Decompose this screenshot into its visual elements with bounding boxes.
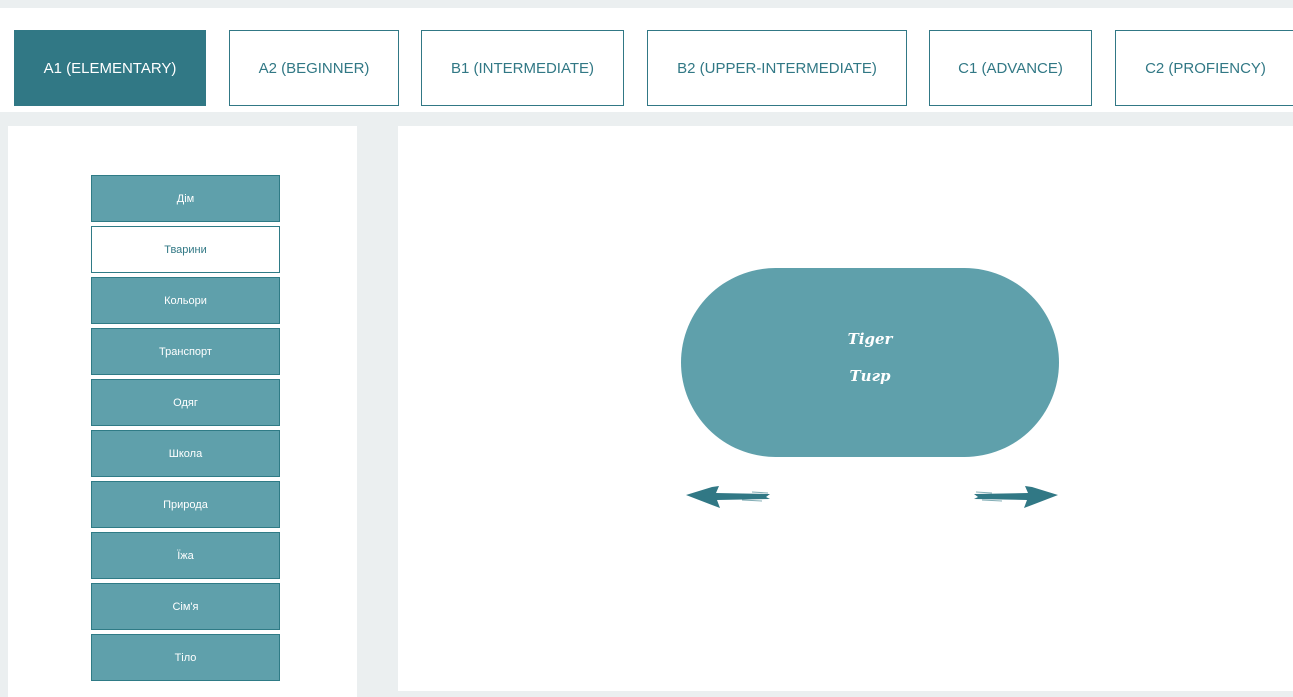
category-button-family[interactable]: Сім'я (91, 583, 280, 630)
category-button-clothes[interactable]: Одяг (91, 379, 280, 426)
category-button-colors[interactable]: Кольори (91, 277, 280, 324)
category-button-food[interactable]: Їжа (91, 532, 280, 579)
category-sidebar: Дім Тварини Кольори Транспорт Одяг Школа… (8, 126, 357, 697)
tab-c1[interactable]: C1 (ADVANCE) (929, 30, 1092, 106)
category-button-school[interactable]: Школа (91, 430, 280, 477)
next-card-button[interactable] (970, 478, 1062, 514)
category-button-transport[interactable]: Транспорт (91, 328, 280, 375)
flashcard-word: Tiger (847, 330, 893, 348)
page: A1 (ELEMENTARY) A2 (BEGINNER) B1 (INTERM… (0, 0, 1293, 697)
tab-c2[interactable]: C2 (PROFIENCY) (1115, 30, 1293, 106)
tab-a1[interactable]: A1 (ELEMENTARY) (14, 30, 206, 106)
level-tabs: A1 (ELEMENTARY) A2 (BEGINNER) B1 (INTERM… (0, 0, 1293, 112)
arrow-left-icon (686, 486, 770, 508)
tab-a2[interactable]: A2 (BEGINNER) (229, 30, 399, 106)
tab-b1[interactable]: B1 (INTERMEDIATE) (421, 30, 624, 106)
category-button-home[interactable]: Дім (91, 175, 280, 222)
category-button-body[interactable]: Тіло (91, 634, 280, 681)
flashcard[interactable]: Tiger Тигр (681, 268, 1059, 457)
category-button-animals[interactable]: Тварини (91, 226, 280, 273)
previous-card-button[interactable] (682, 478, 774, 514)
flashcard-panel: Tiger Тигр (398, 126, 1293, 691)
category-button-nature[interactable]: Природа (91, 481, 280, 528)
arrow-right-icon (974, 486, 1058, 508)
flashcard-translation: Тигр (849, 367, 891, 385)
tab-b2[interactable]: B2 (UPPER-INTERMEDIATE) (647, 30, 907, 106)
